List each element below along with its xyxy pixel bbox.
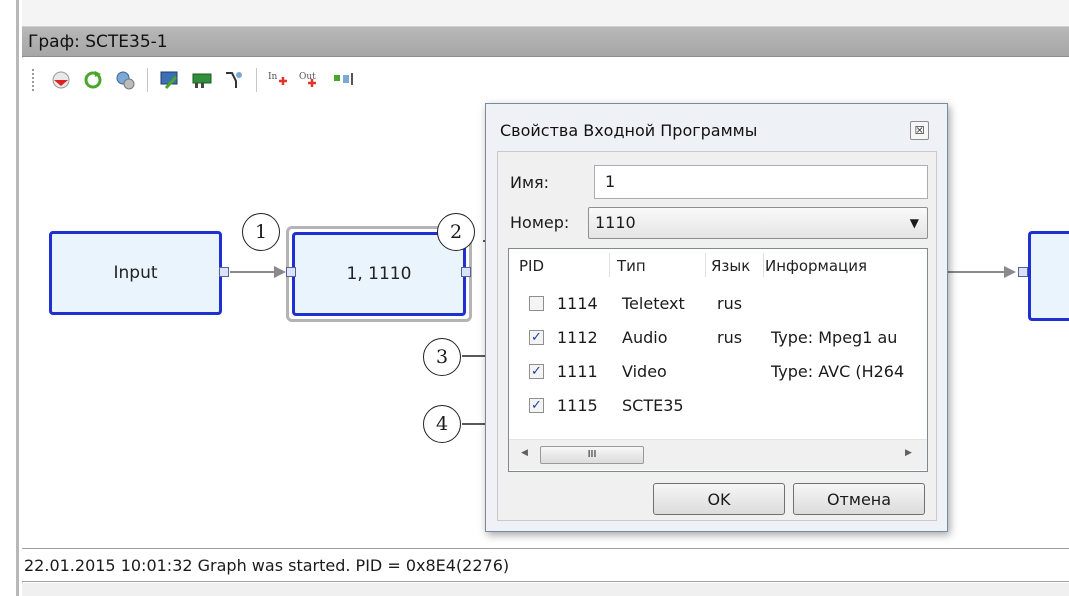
column-divider bbox=[763, 253, 764, 277]
program-node-out-port[interactable] bbox=[461, 267, 471, 277]
status-bar-bottom bbox=[22, 583, 1069, 596]
callout-4: 4 bbox=[423, 405, 461, 443]
callout-2: 2 bbox=[437, 213, 475, 251]
toolbar-grip[interactable] bbox=[32, 69, 37, 91]
add-output-label: Out bbox=[299, 72, 316, 82]
number-select[interactable]: 1110 ▼ bbox=[588, 207, 928, 239]
row-pid: 1112 bbox=[557, 328, 598, 347]
input-node-label: Input bbox=[113, 263, 158, 283]
row-pid: 1114 bbox=[557, 294, 598, 313]
close-icon[interactable]: ☒ bbox=[910, 121, 929, 140]
program-node-in-port[interactable] bbox=[286, 267, 296, 277]
scroll-right-icon[interactable]: ▶ bbox=[905, 448, 912, 458]
cancel-button[interactable]: Отмена bbox=[793, 483, 925, 515]
row-checkbox[interactable]: ✓ bbox=[529, 398, 544, 413]
input-node-out-port[interactable] bbox=[219, 267, 229, 277]
dialog-title: Свойства Входной Программы bbox=[500, 121, 758, 140]
column-header-info[interactable]: Информация bbox=[765, 257, 867, 275]
dialog-body: Имя: 1 Номер: 1110 ▼ PID Тип Язык Информ… bbox=[497, 151, 937, 521]
row-info: Type: AVC (H264 bbox=[771, 362, 905, 381]
graph-toolbar: In Out bbox=[22, 58, 1069, 102]
row-type: Teletext bbox=[622, 294, 685, 313]
row-checkbox[interactable]: ✓ bbox=[529, 364, 544, 379]
frame-border bbox=[16, 0, 19, 596]
top-strip bbox=[22, 0, 1069, 27]
add-input-label: In bbox=[268, 72, 278, 82]
monitor-icon[interactable] bbox=[154, 66, 186, 94]
row-checkbox[interactable] bbox=[529, 296, 544, 311]
filter-icon[interactable] bbox=[218, 66, 250, 94]
import-graph-icon[interactable] bbox=[45, 66, 77, 94]
row-lang: rus bbox=[717, 294, 743, 313]
toolbar-separator bbox=[256, 68, 257, 92]
settings-icon[interactable] bbox=[109, 66, 141, 94]
table-row[interactable]: ✓ 1111 Video Type: AVC (H264 bbox=[509, 355, 927, 389]
program-properties-dialog: Свойства Входной Программы ☒ Имя: 1 Номе… bbox=[485, 103, 948, 532]
toolbar-separator bbox=[147, 68, 148, 92]
add-input-icon[interactable]: In bbox=[263, 66, 295, 94]
number-select-value: 1110 bbox=[595, 213, 636, 232]
output-node[interactable] bbox=[1028, 231, 1069, 321]
table-row[interactable]: ✓ 1115 SCTE35 bbox=[509, 389, 927, 423]
chevron-down-icon[interactable]: ▼ bbox=[910, 208, 919, 238]
row-pid: 1111 bbox=[557, 362, 598, 381]
connection-arrow bbox=[274, 266, 286, 278]
row-type: Video bbox=[622, 362, 667, 381]
row-type: Audio bbox=[622, 328, 668, 347]
status-bar: 22.01.2015 10:01:32 Graph was started. P… bbox=[22, 548, 1069, 582]
connection-arrow bbox=[1004, 266, 1016, 278]
program-node[interactable]: 1, 1110 bbox=[292, 232, 466, 316]
network-card-icon[interactable] bbox=[186, 66, 218, 94]
column-header-pid[interactable]: PID bbox=[519, 257, 544, 275]
scrollbar-thumb[interactable]: III bbox=[540, 446, 644, 464]
pid-table: PID Тип Язык Информация 1114 Teletext ru… bbox=[508, 248, 928, 472]
input-node[interactable]: Input bbox=[49, 231, 222, 315]
output-node-in-port[interactable] bbox=[1018, 267, 1028, 277]
callout-1: 1 bbox=[242, 213, 280, 251]
column-divider bbox=[609, 253, 610, 277]
add-output-icon[interactable]: Out bbox=[295, 66, 327, 94]
row-lang: rus bbox=[717, 328, 743, 347]
row-checkbox[interactable]: ✓ bbox=[529, 330, 544, 345]
column-header-language[interactable]: Язык bbox=[711, 257, 750, 275]
row-info: Type: Mpeg1 au bbox=[771, 328, 898, 347]
refresh-icon[interactable] bbox=[77, 66, 109, 94]
number-label: Номер: bbox=[510, 213, 570, 232]
column-header-type[interactable]: Тип bbox=[617, 257, 646, 275]
scroll-left-icon[interactable]: ◀ bbox=[521, 448, 528, 458]
program-node-label: 1, 1110 bbox=[346, 264, 412, 284]
row-pid: 1115 bbox=[557, 396, 598, 415]
name-label: Имя: bbox=[510, 173, 550, 192]
row-type: SCTE35 bbox=[622, 396, 684, 415]
name-input[interactable]: 1 bbox=[594, 165, 928, 199]
add-block-icon[interactable] bbox=[327, 66, 359, 94]
column-divider bbox=[705, 253, 706, 277]
table-row[interactable]: ✓ 1112 Audio rus Type: Mpeg1 au bbox=[509, 321, 927, 355]
graph-title: Граф: SCTE35-1 bbox=[22, 27, 1069, 57]
table-row[interactable]: 1114 Teletext rus bbox=[509, 287, 927, 321]
callout-3: 3 bbox=[423, 338, 461, 376]
horizontal-scrollbar[interactable]: ◀ III ▶ bbox=[509, 439, 927, 470]
ok-button[interactable]: OK bbox=[653, 483, 785, 515]
